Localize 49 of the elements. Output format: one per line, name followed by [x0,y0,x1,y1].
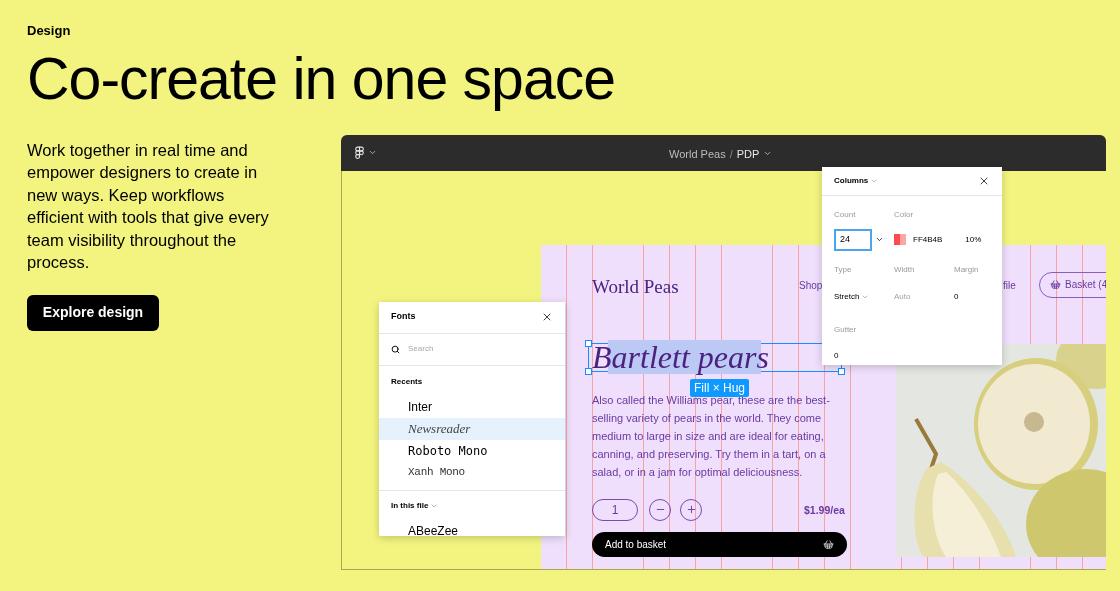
gutter-value[interactable]: 0 [834,349,839,362]
explore-design-button[interactable]: Explore design [27,294,159,331]
logo-icon [353,146,366,159]
field-label: Width [894,263,916,276]
font-item[interactable]: Inter [379,395,565,418]
count-field[interactable]: 24 [834,228,872,251]
field-label: Type [834,263,853,276]
nav-link[interactable]: Shop [799,277,823,293]
plus-icon [685,504,697,515]
search-icon [391,344,400,354]
project-name[interactable]: World Peas [669,145,726,162]
chevron-icon[interactable] [875,235,884,244]
nav-link[interactable]: file [1003,277,1016,293]
chevron-icon [368,148,377,157]
resize-handle[interactable] [585,367,592,375]
type-dropdown[interactable]: Stretch [834,290,860,303]
description: Work together in real time and empower designers to create in new ways. Keep workflows efficient with tools that give every team visibility throughout the process. [27,139,270,273]
product-title: Bartlett pears [592,339,769,374]
field-label: Gutter [834,323,857,336]
basket-icon [823,538,834,550]
add-to-basket-button[interactable]: Add to basket [592,531,847,557]
resize-handle[interactable] [838,367,845,375]
price: $1.99/ea [804,502,845,518]
size-label: Fill × Hug [690,378,750,397]
brand-name: World Peas [592,274,679,299]
section-heading: Recents [391,375,423,388]
font-item[interactable]: ABeeZee [379,519,565,536]
panel-title: Fonts [391,310,416,324]
close-icon[interactable] [541,311,553,323]
basket-icon [1050,279,1061,290]
search-field[interactable]: Search [408,343,528,355]
section-label: Design [27,22,71,40]
color-value[interactable]: FF4B4B [913,233,943,246]
field-label: Margin [954,263,979,276]
main-menu-button[interactable] [353,146,377,159]
panel-title: Columns [834,174,869,187]
page-name[interactable]: PDP [736,145,760,162]
headline: Co-create in one space [27,45,616,112]
section-heading: In this file [391,499,429,512]
field-label: Count [834,208,857,221]
resize-handle[interactable] [585,339,592,347]
font-item[interactable]: Xanh Mono [379,461,565,484]
color-swatch[interactable] [894,234,906,245]
font-item[interactable]: Roboto Mono [379,439,565,462]
font-item[interactable]: Newsreader [379,417,565,440]
margin-value[interactable]: 0 [954,290,959,303]
field-label: Color [894,208,914,221]
breadcrumb-separator: / [729,146,733,162]
opacity-value[interactable]: 10% [965,233,982,246]
